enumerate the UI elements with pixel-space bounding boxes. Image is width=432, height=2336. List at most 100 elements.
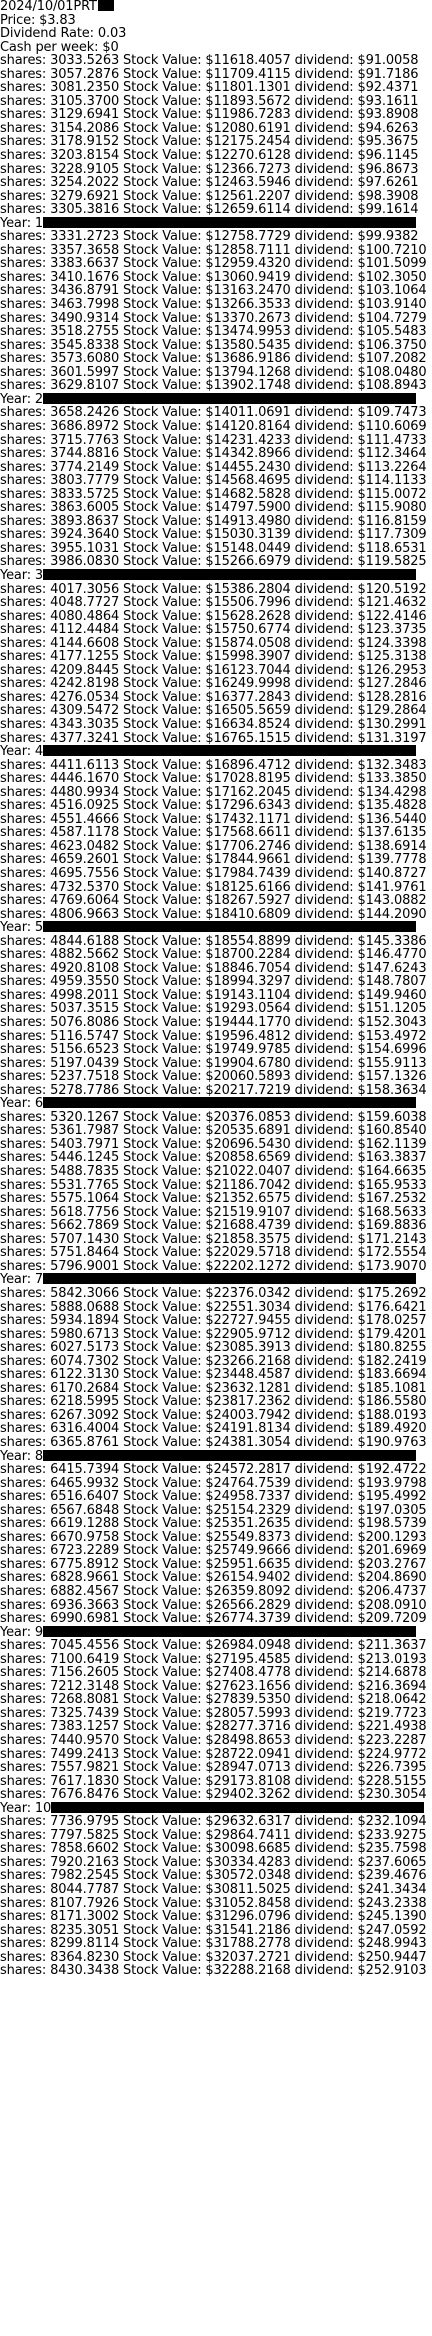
log-line: shares: 7156.2605 Stock Value: $27408.47… xyxy=(0,1666,432,1680)
log-line: shares: 6936.3663 Stock Value: $26566.28… xyxy=(0,1598,432,1613)
log-line: shares: 8171.3002 Stock Value: $31296.07… xyxy=(0,1910,432,1924)
log-line: shares: 6828.9661 Stock Value: $26154.94… xyxy=(0,1571,432,1585)
log-line: shares: 6170.2684 Stock Value: $23632.12… xyxy=(0,1382,432,1396)
log-line: shares: 5197.0439 Stock Value: $19904.67… xyxy=(0,1056,432,1071)
log-line: shares: 3436.8791 Stock Value: $13163.24… xyxy=(0,284,432,298)
log-line: shares: 5446.1245 Stock Value: $20858.65… xyxy=(0,1151,432,1165)
log-line: shares: 4659.2601 Stock Value: $17844.96… xyxy=(0,853,432,867)
log-line: shares: 8364.8230 Stock Value: $32037.27… xyxy=(0,1950,432,1965)
log-line-text: shares: 5278.7786 Stock Value: $20217.72… xyxy=(0,1082,427,1098)
highlight-bar xyxy=(43,568,417,580)
log-line: shares: 6775.8912 Stock Value: $25951.66… xyxy=(0,1558,432,1572)
log-line: shares: 6723.2289 Stock Value: $25749.96… xyxy=(0,1544,432,1558)
log-line: shares: 3893.8637 Stock Value: $14913.49… xyxy=(0,515,432,529)
log-line: shares: 4806.9663 Stock Value: $18410.68… xyxy=(0,906,432,922)
log-line: shares: 5796.9001 Stock Value: $22202.12… xyxy=(0,1260,432,1274)
header-cash-line: Cash per week: $0 xyxy=(0,40,432,55)
log-line-text: shares: 6990.6981 Stock Value: $26774.37… xyxy=(0,1611,427,1627)
log-line: shares: 4446.1670 Stock Value: $17028.81… xyxy=(0,772,432,786)
log-line: shares: 4551.4666 Stock Value: $17432.11… xyxy=(0,813,432,827)
log-line: shares: 4920.8108 Stock Value: $18846.70… xyxy=(0,962,432,976)
year-marker-line: Year: 1 xyxy=(0,216,432,231)
log-line: shares: 7325.7439 Stock Value: $28057.59… xyxy=(0,1707,432,1721)
log-line: shares: 3744.8816 Stock Value: $14342.89… xyxy=(0,447,432,461)
log-line-text: shares: 3305.3816 Stock Value: $12659.61… xyxy=(0,202,419,218)
log-line: shares: 3715.7763 Stock Value: $14231.42… xyxy=(0,433,432,448)
log-line: shares: 7858.6602 Stock Value: $30098.66… xyxy=(0,1842,432,1856)
highlight-bar xyxy=(43,1273,417,1285)
log-line: shares: 3601.5997 Stock Value: $13794.12… xyxy=(0,365,432,380)
log-line: shares: 8299.8114 Stock Value: $31788.27… xyxy=(0,1937,432,1951)
console-output: 2024/10/01PRT Price: $3.83 Dividend Rate… xyxy=(0,0,432,2336)
log-line: shares: 3803.7779 Stock Value: $14568.46… xyxy=(0,474,432,488)
log-line-text: shares: 8430.3438 Stock Value: $32288.21… xyxy=(0,1963,427,1979)
log-line: shares: 5934.1894 Stock Value: $22727.94… xyxy=(0,1314,432,1328)
log-line: shares: 5278.7786 Stock Value: $20217.72… xyxy=(0,1082,432,1098)
year-marker-line: Year: 7 xyxy=(0,1273,432,1287)
log-line: shares: 4998.2011 Stock Value: $19143.11… xyxy=(0,989,432,1003)
log-line: shares: 7797.5825 Stock Value: $29864.74… xyxy=(0,1829,432,1843)
log-line: shares: 5618.7756 Stock Value: $21519.91… xyxy=(0,1205,432,1220)
log-line: shares: 6619.1288 Stock Value: $25351.26… xyxy=(0,1517,432,1531)
log-line-text: shares: 5796.9001 Stock Value: $22202.12… xyxy=(0,1258,427,1274)
log-line: shares: 3105.3700 Stock Value: $11893.56… xyxy=(0,95,432,109)
log-line: shares: 4587.1178 Stock Value: $17568.66… xyxy=(0,826,432,840)
log-line: shares: 3629.8107 Stock Value: $13902.17… xyxy=(0,379,432,393)
log-line: shares: 4242.8198 Stock Value: $16249.99… xyxy=(0,677,432,691)
log-line: shares: 5403.7971 Stock Value: $20696.54… xyxy=(0,1138,432,1152)
log-line: shares: 5751.8464 Stock Value: $22029.57… xyxy=(0,1246,432,1260)
log-line: shares: 5842.3066 Stock Value: $22376.03… xyxy=(0,1287,432,1301)
log-line: shares: 5662.7869 Stock Value: $21688.47… xyxy=(0,1219,432,1233)
log-line: shares: 4017.3056 Stock Value: $15386.28… xyxy=(0,582,432,597)
year-marker-line: Year: 5 xyxy=(0,921,432,935)
log-line-text: shares: 7676.8476 Stock Value: $29402.32… xyxy=(0,1787,427,1803)
log-line: shares: 8107.7926 Stock Value: $31052.84… xyxy=(0,1896,432,1911)
log-line: shares: 5531.7765 Stock Value: $21186.70… xyxy=(0,1178,432,1193)
log-line: shares: 4959.3550 Stock Value: $18994.32… xyxy=(0,975,432,989)
log-line: shares: 7100.6419 Stock Value: $27195.45… xyxy=(0,1652,432,1667)
log-line: shares: 6027.5173 Stock Value: $23085.39… xyxy=(0,1341,432,1355)
log-line: shares: 4623.0482 Stock Value: $17706.27… xyxy=(0,840,432,854)
log-line: shares: 4882.5662 Stock Value: $18700.22… xyxy=(0,948,432,962)
log-line: shares: 6122.3130 Stock Value: $23448.45… xyxy=(0,1368,432,1382)
log-line: shares: 6567.6848 Stock Value: $25154.23… xyxy=(0,1503,432,1518)
log-line: shares: 7736.9795 Stock Value: $29632.63… xyxy=(0,1815,432,1829)
log-line: shares: 4695.7556 Stock Value: $17984.74… xyxy=(0,867,432,881)
log-line: shares: 5488.7835 Stock Value: $21022.04… xyxy=(0,1165,432,1179)
log-line: shares: 4377.3241 Stock Value: $16765.15… xyxy=(0,731,432,746)
log-line: shares: 3573.6080 Stock Value: $13686.91… xyxy=(0,352,432,366)
log-line: shares: 5116.5747 Stock Value: $19596.48… xyxy=(0,1029,432,1044)
log-lines: shares: 3033.5263 Stock Value: $11618.40… xyxy=(0,54,432,1978)
log-line: shares: 3986.0830 Stock Value: $15266.69… xyxy=(0,555,432,569)
log-line: shares: 3331.2723 Stock Value: $12758.77… xyxy=(0,230,432,244)
log-line: shares: 3383.6637 Stock Value: $12959.43… xyxy=(0,257,432,271)
log-line: shares: 3033.5263 Stock Value: $11618.40… xyxy=(0,54,432,68)
header-price-line: Price: $3.83 xyxy=(0,13,432,28)
year-marker-line: Year: 2 xyxy=(0,393,432,407)
log-line: shares: 3203.8154 Stock Value: $12270.61… xyxy=(0,149,432,163)
log-line: shares: 5707.1430 Stock Value: $21858.35… xyxy=(0,1232,432,1247)
log-line: shares: 7676.8476 Stock Value: $29402.32… xyxy=(0,1788,432,1802)
header-dividend-rate-line: Dividend Rate: 0.03 xyxy=(0,27,432,41)
log-line: shares: 4769.6064 Stock Value: $18267.59… xyxy=(0,894,432,908)
log-line: shares: 3545.8338 Stock Value: $13580.54… xyxy=(0,338,432,353)
log-line: shares: 3279.6921 Stock Value: $12561.22… xyxy=(0,189,432,204)
log-line: shares: 5980.6713 Stock Value: $22905.97… xyxy=(0,1327,432,1342)
year-marker-line: Year: 6 xyxy=(0,1097,432,1111)
log-line-text: shares: 6365.8761 Stock Value: $24381.30… xyxy=(0,1434,427,1450)
highlight-bar xyxy=(43,1449,417,1461)
log-line: shares: 7268.8081 Stock Value: $27839.53… xyxy=(0,1693,432,1707)
log-line: shares: 7383.1257 Stock Value: $28277.37… xyxy=(0,1720,432,1734)
year-marker-line: Year: 10 xyxy=(0,1801,432,1816)
log-line: shares: 7440.9570 Stock Value: $28498.86… xyxy=(0,1734,432,1748)
log-line-text: shares: 4806.9663 Stock Value: $18410.68… xyxy=(0,906,427,922)
log-line: shares: 4309.5472 Stock Value: $16505.56… xyxy=(0,704,432,718)
log-line: shares: 6465.9932 Stock Value: $24764.75… xyxy=(0,1476,432,1491)
log-line: shares: 4177.1255 Stock Value: $15998.39… xyxy=(0,650,432,664)
log-line: shares: 4844.6188 Stock Value: $18554.88… xyxy=(0,934,432,949)
log-line: shares: 3154.2086 Stock Value: $12080.61… xyxy=(0,122,432,136)
log-line-text: shares: 3629.8107 Stock Value: $13902.17… xyxy=(0,378,427,394)
log-line: shares: 6316.4004 Stock Value: $24191.81… xyxy=(0,1422,432,1436)
log-line: shares: 4276.0534 Stock Value: $16377.28… xyxy=(0,691,432,705)
log-line: shares: 3924.3640 Stock Value: $15030.31… xyxy=(0,528,432,542)
